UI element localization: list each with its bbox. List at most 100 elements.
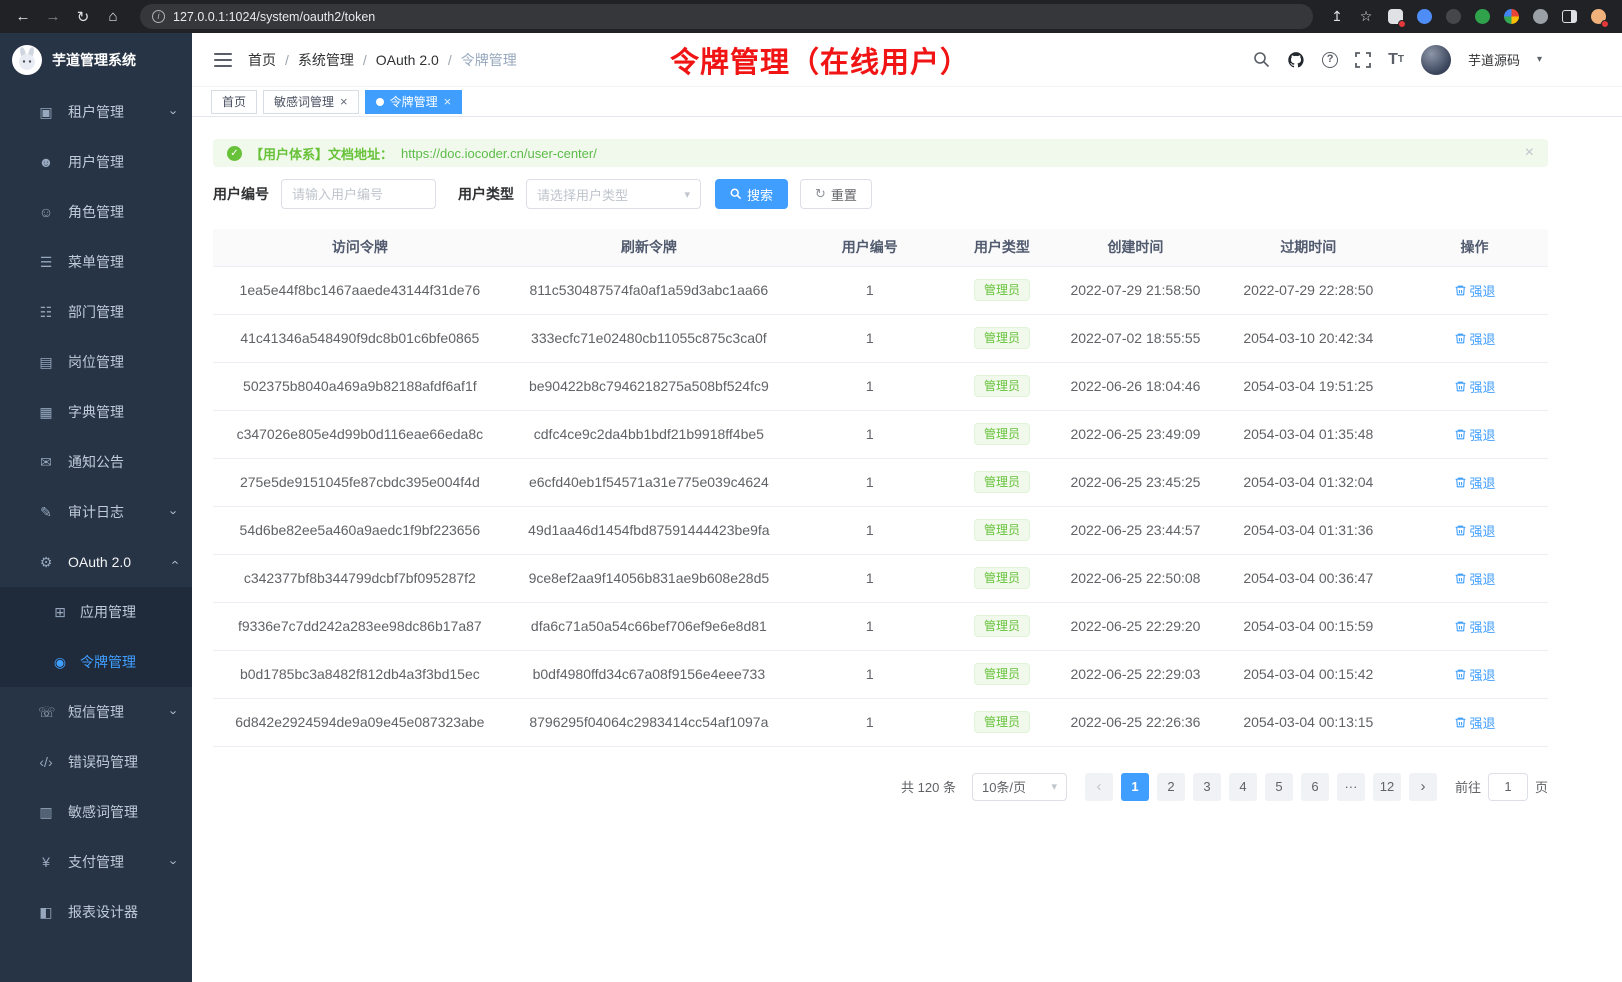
- page-button-4[interactable]: 4: [1229, 773, 1257, 801]
- force-logout-button[interactable]: 强退: [1454, 425, 1496, 444]
- force-logout-button[interactable]: 强退: [1454, 665, 1496, 684]
- tab-home[interactable]: 首页: [211, 90, 257, 114]
- search-button[interactable]: 搜索: [715, 179, 788, 209]
- url-text: 127.0.0.1:1024/system/oauth2/token: [173, 10, 375, 24]
- goto-page-input[interactable]: [1488, 773, 1528, 801]
- sidebar-item-user[interactable]: ☻用户管理: [0, 137, 192, 187]
- tab-close-icon[interactable]: ×: [340, 95, 348, 108]
- trash-icon: [1454, 476, 1467, 489]
- user-id-input[interactable]: [281, 179, 436, 209]
- sidebar-item-dict[interactable]: ▦字典管理: [0, 387, 192, 437]
- force-logout-button[interactable]: 强退: [1454, 713, 1496, 732]
- force-logout-button[interactable]: 强退: [1454, 569, 1496, 588]
- breadcrumb-item[interactable]: OAuth 2.0: [376, 52, 439, 68]
- reload-icon[interactable]: ↻: [70, 4, 96, 30]
- chevron-up-icon: ›: [166, 560, 181, 564]
- page-button-12[interactable]: 12: [1373, 773, 1401, 801]
- tab-token[interactable]: 令牌管理×: [365, 90, 463, 114]
- page-button-5[interactable]: 5: [1265, 773, 1293, 801]
- sidebar-item-audit-log[interactable]: ✎审计日志›: [0, 487, 192, 537]
- create-time-cell: 2022-06-25 23:49:09: [1055, 410, 1215, 458]
- extension-blue-icon[interactable]: [1414, 7, 1434, 27]
- page-button-3[interactable]: 3: [1193, 773, 1221, 801]
- sidebar-item-report-designer[interactable]: ◧报表设计器: [0, 887, 192, 937]
- side-panel-icon[interactable]: [1559, 7, 1579, 27]
- tab-close-icon[interactable]: ×: [444, 95, 452, 108]
- force-logout-button[interactable]: 强退: [1454, 377, 1496, 396]
- sidebar-item-oauth-app[interactable]: ⊞应用管理: [0, 587, 192, 637]
- fullscreen-icon[interactable]: [1355, 52, 1371, 68]
- breadcrumb-item[interactable]: 首页: [248, 50, 276, 70]
- breadcrumb: 首页/系统管理/OAuth 2.0/令牌管理: [248, 50, 517, 70]
- sidebar-item-menu[interactable]: ☰菜单管理: [0, 237, 192, 287]
- sidebar-item-sms[interactable]: ☏短信管理›: [0, 687, 192, 737]
- page-button-6[interactable]: 6: [1301, 773, 1329, 801]
- force-logout-button[interactable]: 强退: [1454, 521, 1496, 540]
- breadcrumb-item[interactable]: 系统管理: [298, 50, 354, 70]
- column-header: 操作: [1401, 229, 1548, 266]
- page-button-1[interactable]: 1: [1121, 773, 1149, 801]
- force-logout-label: 强退: [1470, 473, 1496, 492]
- force-logout-button[interactable]: 强退: [1454, 281, 1496, 300]
- extension-green-icon[interactable]: [1472, 7, 1492, 27]
- force-logout-button[interactable]: 强退: [1454, 617, 1496, 636]
- url-bar[interactable]: i 127.0.0.1:1024/system/oauth2/token: [140, 4, 1313, 29]
- bookmark-star-icon[interactable]: ☆: [1356, 7, 1376, 27]
- password-manager-icon[interactable]: [1385, 7, 1405, 27]
- force-logout-button[interactable]: 强退: [1454, 473, 1496, 492]
- refresh-token-cell: e6cfd40eb1f54571a31e775e039c4624: [507, 458, 791, 506]
- breadcrumb-item[interactable]: 令牌管理: [461, 50, 517, 70]
- table-row: 41c41346a548490f9dc8b01c6bfe0865333ecfc7…: [213, 314, 1548, 362]
- page-button-2[interactable]: 2: [1157, 773, 1185, 801]
- alert-close-icon[interactable]: ×: [1525, 144, 1534, 162]
- user-avatar[interactable]: [1421, 45, 1451, 75]
- sidebar-item-payment[interactable]: ¥支付管理›: [0, 837, 192, 887]
- back-icon[interactable]: ←: [10, 4, 36, 30]
- sidebar-item-post[interactable]: ▤岗位管理: [0, 337, 192, 387]
- help-icon[interactable]: ?: [1322, 52, 1338, 68]
- user-caret-down-icon[interactable]: ▾: [1537, 54, 1542, 65]
- doc-link[interactable]: https://doc.iocoder.cn/user-center/: [401, 146, 597, 161]
- search-icon[interactable]: [1253, 51, 1270, 68]
- extension-color-icon[interactable]: [1501, 7, 1521, 27]
- table-row: 1ea5e44f8bc1467aaede43144f31de76811c5304…: [213, 266, 1548, 314]
- hamburger-icon[interactable]: [208, 45, 238, 75]
- profile-avatar-icon[interactable]: [1588, 7, 1608, 27]
- sidebar-item-oauth[interactable]: ⚙OAuth 2.0›: [0, 537, 192, 587]
- user-id-cell: 1: [791, 698, 949, 746]
- github-icon[interactable]: [1287, 51, 1305, 69]
- access-token-cell: 41c41346a548490f9dc8b01c6bfe0865: [213, 314, 507, 362]
- sidebar-item-tenant[interactable]: ▣租户管理›: [0, 87, 192, 137]
- trash-icon: [1454, 332, 1467, 345]
- force-logout-button[interactable]: 强退: [1454, 329, 1496, 348]
- share-icon[interactable]: ↥: [1327, 7, 1347, 27]
- site-info-icon[interactable]: i: [152, 10, 165, 23]
- app-logo[interactable]: 芋道管理系统: [0, 33, 192, 87]
- extensions-puzzle-icon[interactable]: [1530, 7, 1550, 27]
- trash-icon: [1454, 716, 1467, 729]
- user-type-badge: 管理员: [974, 615, 1030, 637]
- sidebar-item-dept[interactable]: ☷部门管理: [0, 287, 192, 337]
- create-time-cell: 2022-06-25 22:29:03: [1055, 650, 1215, 698]
- forward-icon[interactable]: →: [40, 4, 66, 30]
- next-page-button[interactable]: ›: [1409, 773, 1437, 801]
- extension-dark-icon[interactable]: [1443, 7, 1463, 27]
- sidebar-item-sensitive-word[interactable]: ▥敏感词管理: [0, 787, 192, 837]
- prev-page-button[interactable]: ‹: [1085, 773, 1113, 801]
- sidebar-item-error-code[interactable]: ‹/›错误码管理: [0, 737, 192, 787]
- refresh-token-cell: 333ecfc71e02480cb11055c875c3ca0f: [507, 314, 791, 362]
- sidebar-item-oauth-token[interactable]: ◉令牌管理: [0, 637, 192, 687]
- tab-sensitive-word[interactable]: 敏感词管理×: [263, 90, 359, 114]
- page-size-select[interactable]: 10条/页 ▾: [972, 773, 1067, 801]
- page-ellipsis[interactable]: ···: [1337, 773, 1365, 801]
- sidebar-item-role[interactable]: ☺角色管理: [0, 187, 192, 237]
- home-icon[interactable]: ⌂: [100, 4, 126, 30]
- sidebar-item-notice[interactable]: ✉通知公告: [0, 437, 192, 487]
- username[interactable]: 芋道源码: [1468, 50, 1520, 69]
- user-type-select[interactable]: 请选择用户类型 ▾: [526, 179, 701, 209]
- user-type-cell: 管理员: [949, 362, 1056, 410]
- sidebar-item-label: 岗位管理: [68, 352, 176, 372]
- font-size-icon[interactable]: TT: [1388, 51, 1404, 69]
- user-type-cell: 管理员: [949, 314, 1056, 362]
- reset-button[interactable]: ↻ 重置: [800, 179, 872, 209]
